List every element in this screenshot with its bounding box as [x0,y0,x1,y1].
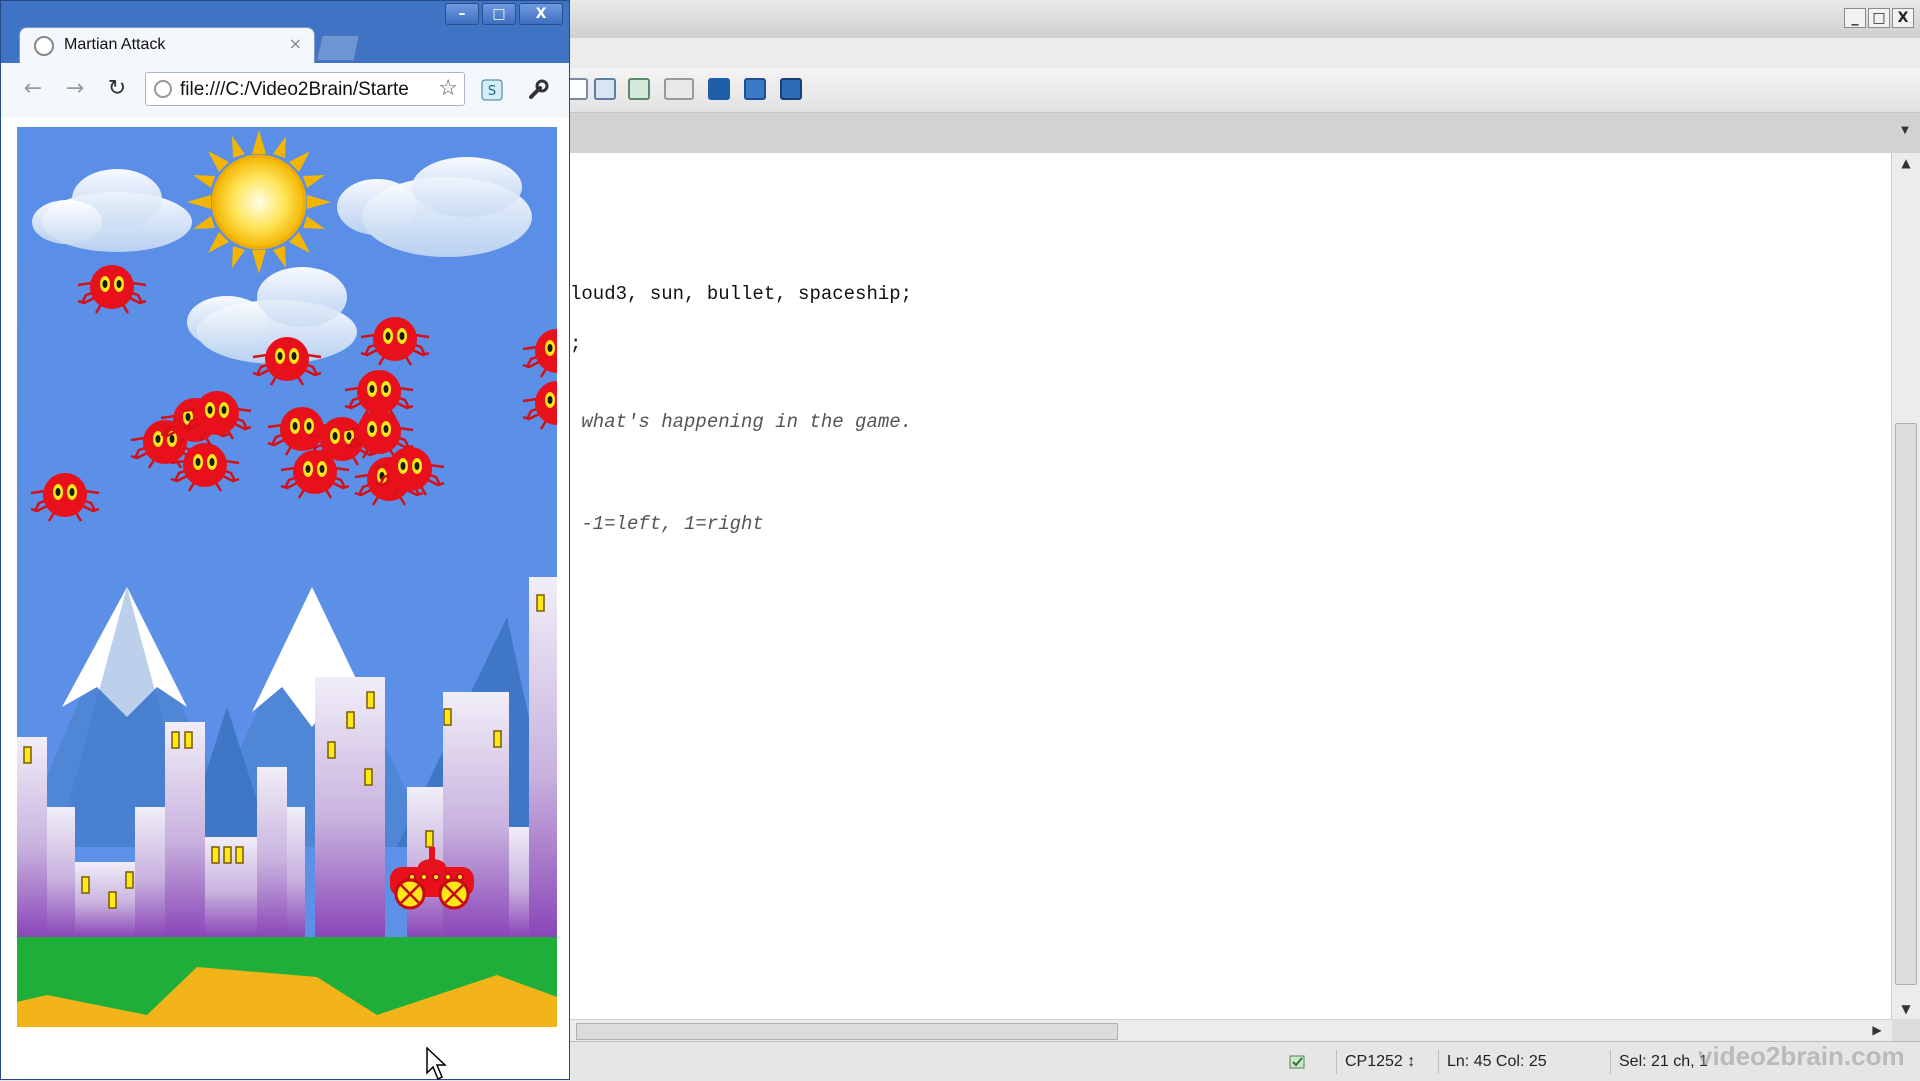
cursor-position: Ln: 45 Col: 25 [1438,1050,1598,1074]
code-area[interactable]: loud3, sun, bullet, spaceship; ; what's … [570,153,1892,1019]
watermark: video2brain.com [1698,1041,1905,1071]
building [47,807,75,937]
building [135,807,165,937]
toolbar-image-icon[interactable] [594,78,616,100]
browser-viewport [1,117,569,1081]
svg-text:S: S [488,84,496,99]
extension-icon[interactable]: S [479,77,505,103]
browser-titlebar: – □ X [1,1,571,29]
toolbar-mail-icon[interactable] [708,78,730,100]
code-line: ; [570,333,582,355]
encoding-selector[interactable]: CP1252 ↕ [1336,1050,1428,1074]
browser-toolbar: ← → ↻ file:///C:/Video2Brain/Starte ☆ S [1,63,569,118]
vertical-scroll-thumb[interactable] [1895,423,1917,985]
wrench-icon[interactable] [525,77,551,103]
building [257,767,287,937]
back-button[interactable]: ← [19,75,47,103]
game-canvas[interactable] [17,127,557,1027]
tab-title: Martian Attack [64,36,166,53]
tab-close-icon[interactable]: × [289,34,302,53]
toolbar-back-icon[interactable] [628,78,650,100]
browser-tab[interactable]: Martian Attack × [19,27,315,63]
page-icon [154,80,172,98]
star-icon[interactable]: ☆ [438,76,458,101]
building [529,577,557,937]
horizontal-scrollbar[interactable]: ▶ [570,1019,1892,1042]
code-comment-line: -1=left, 1=right [570,513,764,535]
building [17,737,47,937]
scroll-right-icon[interactable]: ▶ [1868,1021,1886,1039]
vertical-scrollbar[interactable]: ▲ ▼ [1891,153,1920,1019]
scroll-up-icon[interactable]: ▲ [1892,153,1920,173]
code-line: loud3, sun, bullet, spaceship; [570,283,913,305]
scroll-down-icon[interactable]: ▼ [1892,999,1920,1019]
horizontal-scroll-thumb[interactable] [576,1023,1118,1040]
sun-icon [187,130,331,274]
forward-button[interactable]: → [61,75,89,103]
editor-close-button[interactable]: X [1892,8,1914,28]
toolbar-globe-icon[interactable] [744,78,766,100]
browser-close-button[interactable]: X [519,3,563,25]
browser-maximize-button[interactable]: □ [482,3,516,25]
toolbar-tools-icon[interactable] [780,78,802,100]
url-text: file:///C:/Video2Brain/Starte [180,79,409,100]
browser-window: – □ X Martian Attack × ← → ↻ file:///C:/… [0,0,571,1081]
toolbar-dropdown-icon[interactable] [664,78,694,100]
building [287,807,305,937]
tab-list-arrow-icon[interactable]: ▼ [1898,125,1912,139]
sync-status-icon[interactable] [1288,1052,1308,1072]
reload-button[interactable]: ↻ [103,75,131,103]
new-tab-button[interactable] [316,35,360,61]
address-bar[interactable]: file:///C:/Video2Brain/Starte ☆ [145,72,465,106]
mouse-cursor-icon [426,1047,447,1081]
browser-minimize-button[interactable]: – [445,3,479,25]
building [165,722,205,937]
editor-maximize-button[interactable]: □ [1868,8,1890,28]
code-comment-line: what's happening in the game. [570,411,913,433]
globe-icon [34,36,54,56]
editor-minimize-button[interactable]: _ [1844,8,1866,28]
building [509,827,529,937]
